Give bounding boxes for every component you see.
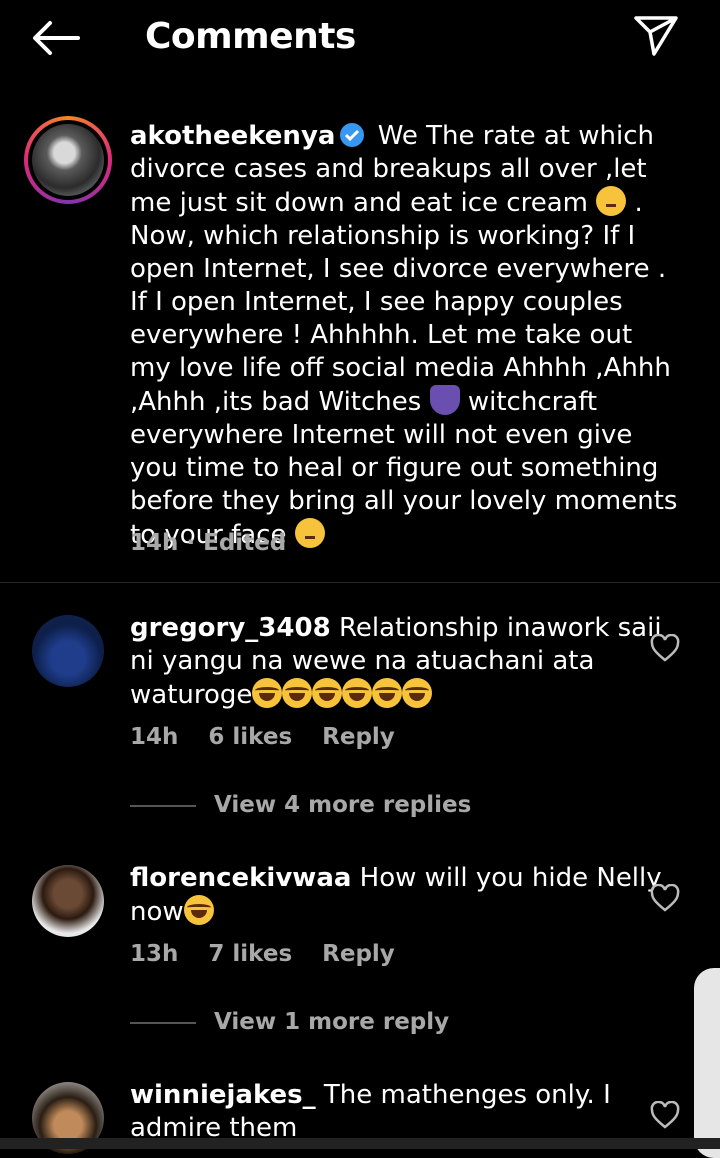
- view-replies-label: View 1 more reply: [214, 1009, 450, 1035]
- comment-meta: 14h 6 likes Reply: [130, 724, 425, 750]
- heart-icon[interactable]: [650, 634, 680, 662]
- view-replies-button[interactable]: View 1 more reply: [130, 1009, 449, 1035]
- comment-text: gregory_3408 Relationship inawork saii n…: [130, 612, 680, 712]
- comment-likes[interactable]: 7 likes: [208, 941, 292, 967]
- comment-text: florencekivwaa How will you hide Nelly n…: [130, 862, 680, 929]
- comment-username[interactable]: winniejakes_: [130, 1080, 316, 1110]
- laughing-face-icon: [342, 678, 373, 708]
- comment-time: 13h: [130, 941, 179, 967]
- hand-over-mouth-face-icon: [294, 518, 325, 548]
- laughing-face-icon: [252, 678, 283, 708]
- divider: [0, 582, 720, 583]
- comment-likes[interactable]: 6 likes: [208, 724, 292, 750]
- comment-text: winniejakes_ The mathenges only. I admir…: [130, 1079, 680, 1145]
- verified-badge-icon: [340, 123, 365, 147]
- avatar[interactable]: [32, 615, 104, 687]
- laughing-face-icon: [183, 895, 214, 925]
- comment-username[interactable]: florencekivwaa: [130, 863, 351, 893]
- page-title: Comments: [145, 16, 356, 57]
- caption-body-2: . Now, which relationship is working? If…: [130, 188, 671, 417]
- bottom-bar: [0, 1138, 720, 1149]
- scroll-handle[interactable]: [694, 968, 720, 1158]
- replies-line: [130, 1021, 196, 1024]
- laughing-face-icon: [402, 678, 433, 708]
- back-arrow-icon[interactable]: [30, 18, 82, 58]
- thinking-face-icon: [596, 186, 627, 216]
- comment-meta: 13h 7 likes Reply: [130, 941, 425, 967]
- caption-username[interactable]: akotheekenya: [130, 121, 335, 151]
- caption-text: akotheekenya We The rate at which divorc…: [130, 120, 680, 552]
- reply-button[interactable]: Reply: [322, 724, 395, 750]
- heart-icon[interactable]: [650, 1101, 680, 1129]
- laughing-face-icon: [312, 678, 343, 708]
- caption-avatar[interactable]: [24, 116, 112, 204]
- heart-icon[interactable]: [650, 884, 680, 912]
- avatar[interactable]: [32, 865, 104, 937]
- caption-meta: 14h · Edited: [130, 530, 287, 556]
- header: Comments: [0, 0, 720, 80]
- laughing-face-icon: [282, 678, 313, 708]
- view-replies-label: View 4 more replies: [214, 792, 472, 818]
- comment-time: 14h: [130, 724, 179, 750]
- reply-button[interactable]: Reply: [322, 941, 395, 967]
- laughing-face-icon: [372, 678, 403, 708]
- send-icon[interactable]: [632, 14, 680, 58]
- witch-icon: [429, 385, 460, 415]
- view-replies-button[interactable]: View 4 more replies: [130, 792, 471, 818]
- comment-username[interactable]: gregory_3408: [130, 613, 331, 643]
- replies-line: [130, 804, 196, 807]
